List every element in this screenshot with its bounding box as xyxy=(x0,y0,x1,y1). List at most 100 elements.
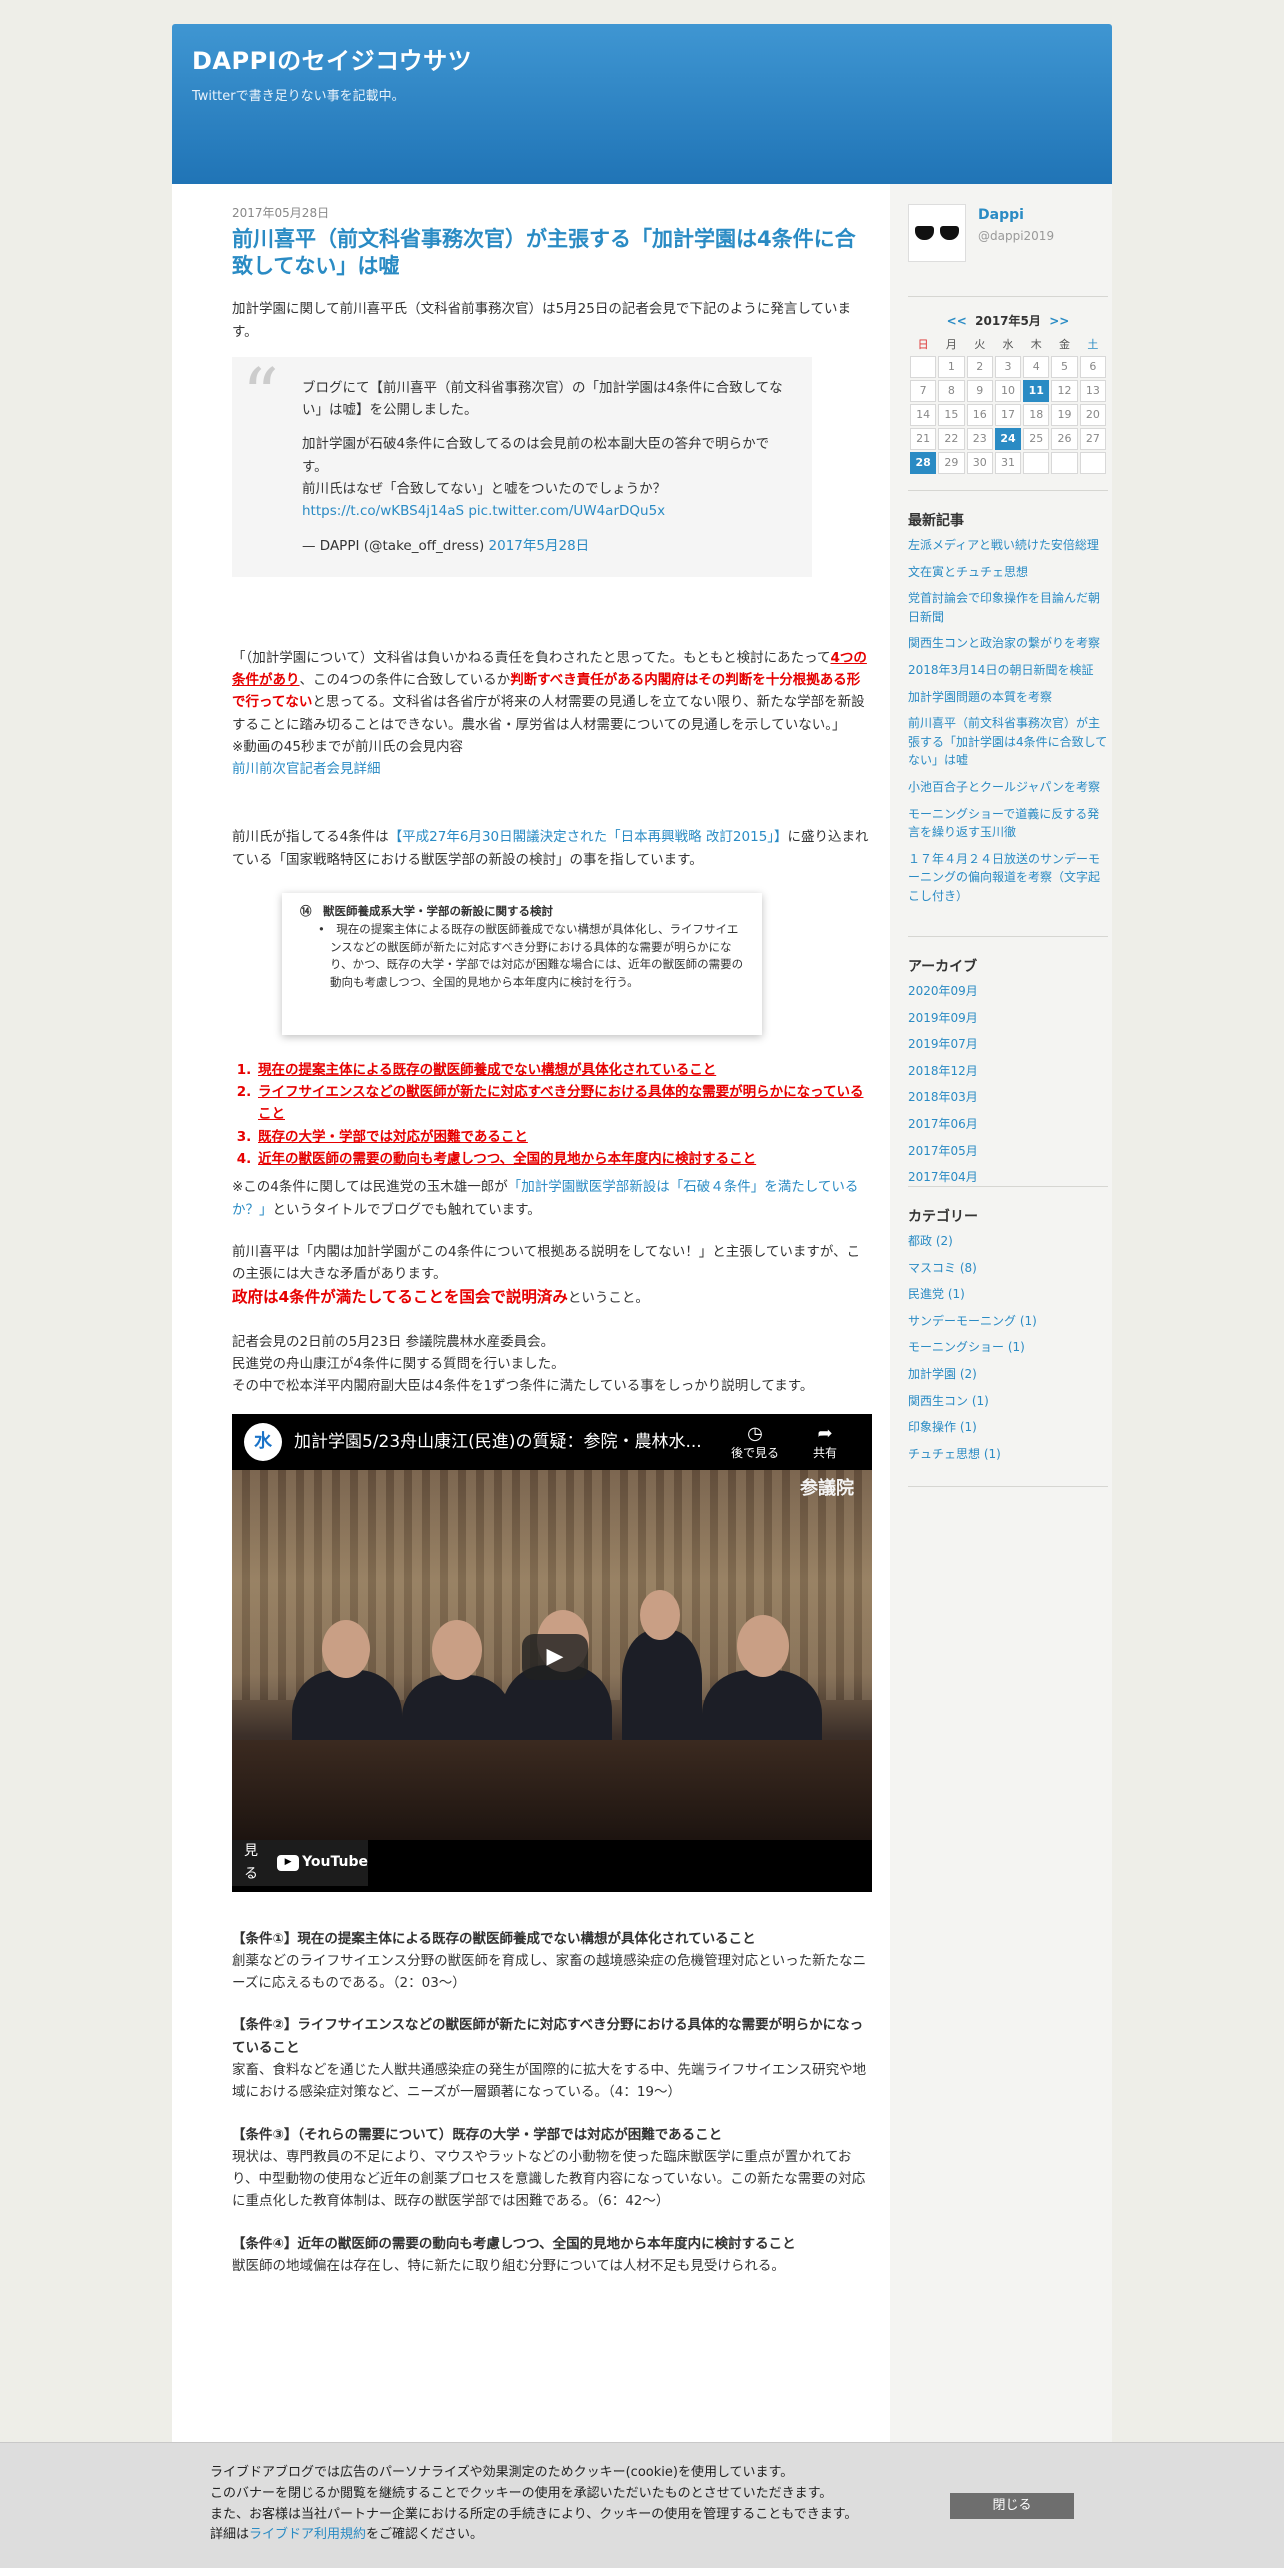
sunglasses-icon xyxy=(915,226,959,240)
recent-post-link[interactable]: モーニングショーで道義に反する発言を繰り返す玉川徹 xyxy=(908,805,1108,842)
condition-item: 既存の大学・学部では対応が困難であること xyxy=(256,1126,872,1148)
calendar-day: 15 xyxy=(938,403,965,426)
recent-post-link[interactable]: 党首討論会で印象操作を目論んだ朝日新聞 xyxy=(908,589,1108,626)
calendar-day[interactable]: 24 xyxy=(994,427,1022,450)
category-link[interactable]: 印象操作 (1) xyxy=(908,1418,1108,1437)
avatar[interactable] xyxy=(908,204,966,262)
calendar-day: 6 xyxy=(1079,355,1106,378)
divider xyxy=(908,936,1108,937)
committee-line-3: その中で松本洋平内閣府副大臣は4条件を1ずつ条件に満たしている事をしっかり説明し… xyxy=(232,1378,814,1395)
calendar-day: 3 xyxy=(994,355,1022,378)
condition-4-body: 獣医師の地域偏在は存在し、特に新たに取り組む分野については人材不足も見受けられる… xyxy=(232,2257,785,2274)
watch-later-button[interactable]: ◷ 後で見る xyxy=(720,1422,790,1461)
calendar-day: 20 xyxy=(1079,403,1106,426)
conditions-list: 現在の提案主体による既存の獣医師養成でない構想が具体化されていること ライフサイ… xyxy=(256,1059,872,1170)
archive-title: アーカイブ xyxy=(908,959,978,975)
recent-post-link[interactable]: 左派メディアと戦い続けた安倍総理 xyxy=(908,536,1108,555)
archive-link[interactable]: 2017年06月 xyxy=(908,1115,1108,1134)
archive-link[interactable]: 2019年09月 xyxy=(908,1009,1108,1028)
archive-link[interactable]: 2017年05月 xyxy=(908,1142,1108,1161)
recent-posts-title: 最新記事 xyxy=(908,513,964,529)
calendar-prev-link[interactable]: << xyxy=(947,314,967,328)
content-container: 2017年05月28日 前川喜平（前文科省事務次官）が主張する「加計学園は4条件… xyxy=(172,184,1112,2568)
calendar-empty-cell xyxy=(1051,451,1078,474)
recent-post-link[interactable]: 小池百合子とクールジャパンを考察 xyxy=(908,778,1108,797)
contradiction-paragraph: 前川喜平は「内閣は加計学園がこの4条件について根拠ある説明をしてない！」と主張し… xyxy=(232,1243,861,1283)
quote-text-3: と思ってる。文科省は各省庁が将来の人材需要の見通しを立てない限り、新たな学部を新… xyxy=(232,694,865,733)
category-link[interactable]: マスコミ (8) xyxy=(908,1259,1108,1278)
tweet-links: https://t.co/wKBS4j14aS pic.twitter.com/… xyxy=(302,500,788,522)
press-conference-link[interactable]: 前川前次官記者会見詳細 xyxy=(232,761,381,777)
cookie-banner: ライブドアブログでは広告のパーソナライズや効果測定のためクッキー(cookie)… xyxy=(0,2442,1284,2568)
recent-post-link[interactable]: 加計学園問題の本質を考察 xyxy=(908,688,1108,707)
category-link[interactable]: モーニングショー (1) xyxy=(908,1338,1108,1357)
committee-line-2: 民進党の舟山康江が4条件に関する質問を行いました。 xyxy=(232,1356,565,1373)
youtube-embed[interactable]: 参議院 水 加計学園5/23舟山康江(民進)の質疑：参院・農林水... ◷ 後で見… xyxy=(232,1413,872,1892)
watch-on-label: 見る xyxy=(244,1842,258,1882)
archive-link[interactable]: 2018年12月 xyxy=(908,1062,1108,1081)
calendar-day: 7 xyxy=(910,379,937,402)
document-body: • 現在の提案主体による既存の獣医師養成でない構想が具体化し、ライフサイエンスな… xyxy=(300,921,744,992)
category-link[interactable]: 加計学園 (2) xyxy=(908,1365,1108,1384)
condition-2-body: 家畜、食料などを通じた人獣共通感染症の発生が国際的に拡大をする中、先端ライフサイ… xyxy=(232,2061,867,2101)
clock-icon: ◷ xyxy=(747,1423,763,1445)
recent-post-link[interactable]: 文在寅とチュチェ思想 xyxy=(908,563,1108,582)
share-button[interactable]: ➦ 共有 xyxy=(790,1422,860,1461)
archive-link[interactable]: 2017年04月 xyxy=(908,1168,1108,1187)
document-bullet: • xyxy=(318,921,325,936)
calendar-empty-cell xyxy=(910,355,937,378)
watch-later-label: 後で見る xyxy=(730,1445,779,1460)
document-excerpt-image: ⑭ 獣医師養成系大学・学部の新設に関する検討 • 現在の提案主体による既存の獣医… xyxy=(282,892,762,1035)
explained-red-text: 政府は4条件が満たしてることを国会で説明済み xyxy=(232,1288,568,1307)
video-title[interactable]: 加計学園5/23舟山康江(民進)の質疑：参院・農林水... xyxy=(294,1428,720,1456)
four-conditions-paragraph: 前川氏が指してる4条件は【平成27年6月30日閣議決定された「日本再興戦略 改訂… xyxy=(232,826,872,871)
watch-on-youtube-button[interactable]: 見る ▶ YouTube xyxy=(232,1839,368,1886)
article-title[interactable]: 前川喜平（前文科省事務次官）が主張する「加計学園は4条件に合致してない」は嘘 xyxy=(232,226,872,281)
terms-link[interactable]: ライブドア利用規約 xyxy=(249,2527,366,2542)
calendar-empty-cell xyxy=(1023,451,1050,474)
video-watermark: 参議院 xyxy=(800,1477,854,1499)
play-button[interactable]: ▶ xyxy=(522,1633,588,1680)
article: 2017年05月28日 前川喜平（前文科省事務次官）が主張する「加計学園は4条件… xyxy=(232,204,872,2277)
play-icon: ▶ xyxy=(546,1643,564,1669)
channel-logo-icon[interactable]: 水 xyxy=(244,1422,282,1461)
calendar-day: 19 xyxy=(1051,403,1078,426)
category-link[interactable]: 民進党 (1) xyxy=(908,1285,1108,1304)
category-link[interactable]: 関西生コン (1) xyxy=(908,1392,1108,1411)
calendar-next-link[interactable]: >> xyxy=(1049,314,1069,328)
category-link[interactable]: チュチェ思想 (1) xyxy=(908,1445,1108,1464)
recent-post-link[interactable]: 関西生コンと政治家の繋がりを考察 xyxy=(908,634,1108,653)
tweet-link-short[interactable]: https://t.co/wKBS4j14aS xyxy=(302,503,464,519)
quote-text-1: 「（加計学園について）文科省は負いかねる責任を負わされたと思ってた。もともと検討… xyxy=(232,649,831,666)
condition-3-body: 現状は、専門教員の不足により、マウスやラットなどの小動物を使った臨床獣医学に重点… xyxy=(232,2148,866,2210)
calendar-day: 27 xyxy=(1079,427,1106,450)
calendar-weekday: 月 xyxy=(945,337,957,351)
tweet-text-1: ブログにて【前川喜平（前文科省事務次官）の「加計学園は4条件に合致してない」は嘘… xyxy=(302,379,783,419)
blog-title[interactable]: DAPPIのセイジコウサツ xyxy=(192,42,1092,82)
recent-post-link[interactable]: 前川喜平（前文科省事務次官）が主張する「加計学園は4条件に合致してない」は嘘 xyxy=(908,714,1108,770)
archive-link[interactable]: 2019年07月 xyxy=(908,1035,1108,1054)
calendar-weekday: 土 xyxy=(1087,337,1099,351)
tweet-date-link[interactable]: 2017年5月28日 xyxy=(489,538,590,554)
category-link[interactable]: 都政 (2) xyxy=(908,1232,1108,1251)
category-link[interactable]: サンデーモーニング (1) xyxy=(908,1312,1108,1331)
category-title: カテゴリー xyxy=(908,1209,978,1225)
cookie-close-button[interactable]: 閉じる xyxy=(950,2493,1074,2519)
calendar-month: 2017年5月 xyxy=(975,314,1041,328)
recent-post-link[interactable]: １７年４月２４日放送のサンデーモーニングの偏向報道を考察（文字起こし付き） xyxy=(908,850,1108,906)
calendar-day[interactable]: 11 xyxy=(1023,379,1050,402)
tweet-text-2b: 前川氏はなぜ「合致してない」と嘘をついたのでしょうか？ xyxy=(302,480,667,497)
calendar-weekday: 木 xyxy=(1030,337,1042,351)
revitalization-strategy-link[interactable]: 【平成27年6月30日閣議決定された「日本再興戦略 改訂2015」】 xyxy=(389,829,788,845)
archive-link[interactable]: 2020年09月 xyxy=(908,982,1108,1001)
condition-item: ライフサイエンスなどの獣医師が新たに対応すべき分野における具体的な需要が明らかに… xyxy=(256,1081,872,1126)
archive-link[interactable]: 2018年03月 xyxy=(908,1088,1108,1107)
profile-name[interactable]: Dappi xyxy=(978,204,1054,227)
tweet-link-pic[interactable]: pic.twitter.com/UW4arDQu5x xyxy=(468,503,665,519)
calendar-weekday: 火 xyxy=(974,337,986,351)
calendar-weekday: 金 xyxy=(1059,337,1071,351)
calendar-day: 22 xyxy=(938,427,965,450)
youtube-play-icon: ▶ xyxy=(277,1854,300,1871)
calendar-day[interactable]: 28 xyxy=(910,451,937,474)
recent-post-link[interactable]: 2018年3月14日の朝日新聞を検証 xyxy=(908,661,1108,680)
